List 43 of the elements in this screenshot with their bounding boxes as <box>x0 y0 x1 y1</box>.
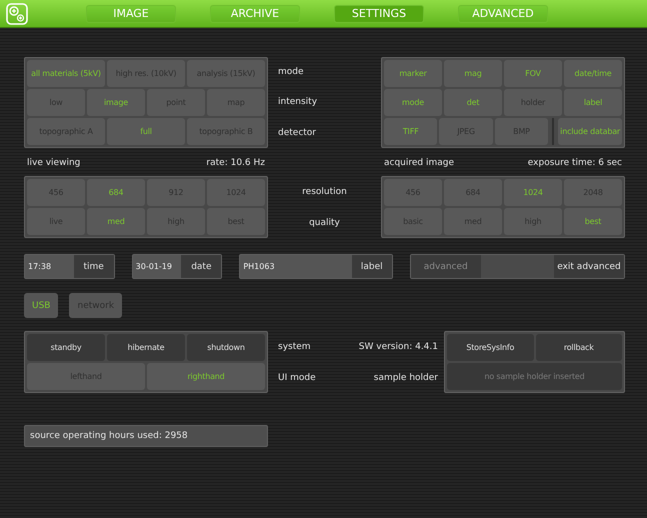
system-button[interactable]: hibernate <box>107 334 185 361</box>
hours-text: source operating hours used: 2958 <box>24 425 268 447</box>
row-label: mode <box>278 67 304 78</box>
row-label: system <box>278 342 312 352</box>
system-button[interactable]: shutdown <box>187 334 265 361</box>
rate-reading: rate: 10.6 Hz <box>206 158 265 168</box>
nav-tab[interactable]: ADVANCED <box>458 4 548 22</box>
exposure-reading: exposure time: 6 sec <box>528 158 622 168</box>
row-label: sample holder <box>372 372 438 382</box>
nav-tab[interactable]: ARCHIVE <box>210 4 300 22</box>
action-button[interactable]: rollback <box>536 334 622 361</box>
row-label: resolution <box>302 186 347 196</box>
hand-option[interactable]: righthand <box>147 363 265 390</box>
system-button[interactable]: standby <box>27 334 105 361</box>
sample-status: no sample holder inserted <box>447 363 622 390</box>
connection-button[interactable]: USB <box>24 293 58 318</box>
section-title: live viewing <box>27 158 80 168</box>
format-option[interactable]: TIFF <box>384 118 438 145</box>
overlay-toggle[interactable]: marker <box>384 60 442 87</box>
option-button[interactable]: 1024 <box>504 179 562 206</box>
row-label: detector <box>278 128 316 138</box>
option-button[interactable]: best <box>564 208 622 235</box>
overlay-toggle[interactable]: mode <box>384 89 442 116</box>
option-button[interactable]: med <box>87 208 145 235</box>
row-label: quality <box>309 218 340 228</box>
overlay-toggle[interactable]: mag <box>444 60 502 87</box>
option-button[interactable]: 684 <box>87 179 145 206</box>
version-text: SW version: 4.4.1 <box>358 342 438 352</box>
overlay-toggle[interactable]: label <box>564 89 622 116</box>
row-label: UI mode <box>278 372 317 382</box>
overlay-toggle[interactable]: date/time <box>564 60 622 87</box>
overlay-toggle[interactable]: include databar <box>558 118 622 145</box>
action-button[interactable]: StoreSysInfo <box>447 334 534 361</box>
option-button[interactable]: full <box>107 118 185 145</box>
logo-icon <box>6 2 28 24</box>
option-button[interactable]: all materials (5kV) <box>27 60 105 87</box>
nav-tab[interactable]: SETTINGS <box>334 4 424 22</box>
nav-tab[interactable]: IMAGE <box>86 4 176 22</box>
row-label: intensity <box>278 97 318 108</box>
overlay-toggle[interactable]: FOV <box>504 60 562 87</box>
overlay-toggle[interactable]: det <box>444 89 502 116</box>
section-title: acquired image <box>384 158 454 168</box>
option-button[interactable]: image <box>87 89 145 116</box>
